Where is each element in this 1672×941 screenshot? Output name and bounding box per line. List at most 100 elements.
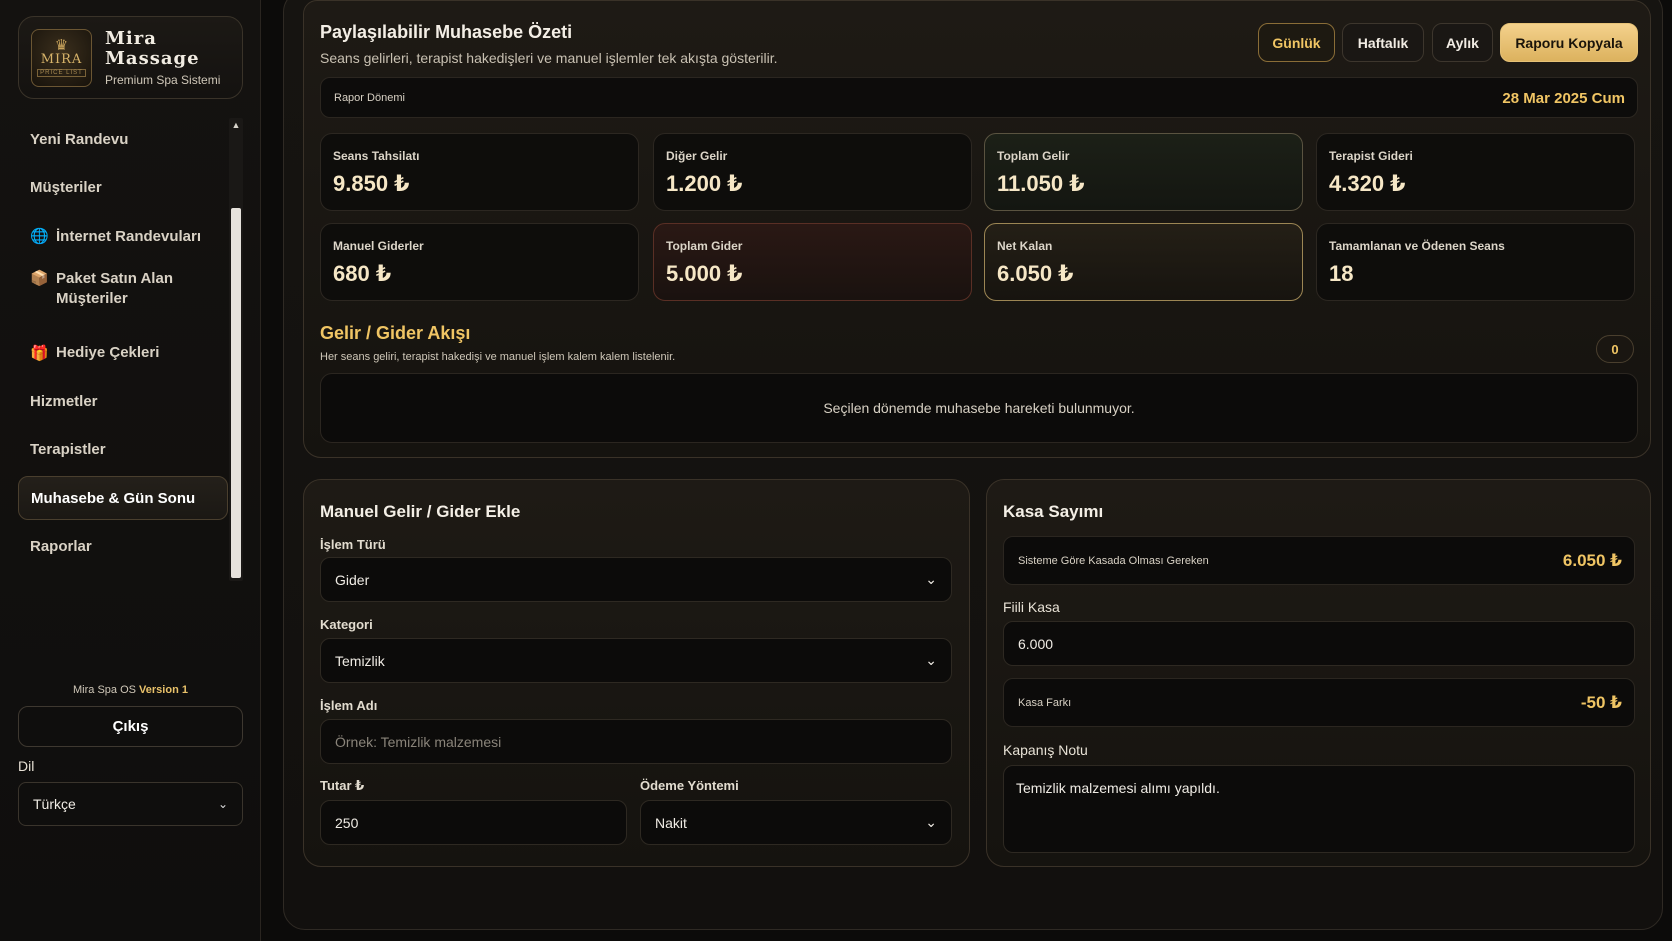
stat-total-income: Toplam Gelir 11.050 ₺ (984, 133, 1303, 211)
chevron-down-icon: ⌄ (925, 652, 937, 668)
sidebar-item-customers[interactable]: Müşteriler (18, 166, 228, 210)
manual-panel-title: Manuel Gelir / Gider Ekle (320, 502, 521, 521)
package-icon: 📦 (30, 269, 49, 287)
sidebar-scrollbar[interactable]: ▲ (229, 118, 243, 581)
closing-note-textarea[interactable]: Temizlik malzemesi alımı yapıldı. (1003, 765, 1635, 853)
language-label: Dil (18, 758, 35, 774)
sidebar-item-label: Hediye Çekleri (56, 344, 160, 361)
brand-name-line1: Mira (105, 28, 157, 49)
sidebar-item-new-appointment[interactable]: Yeni Randevu (18, 117, 228, 161)
stat-value: 1.200 ₺ (666, 171, 743, 196)
empty-state-message: Seçilen dönemde muhasebe hareketi bulunm… (320, 373, 1638, 443)
name-label: İşlem Adı (320, 698, 378, 713)
payment-label: Ödeme Yöntemi (640, 778, 739, 793)
sidebar-item-label: Hizmetler (30, 392, 98, 410)
category-value: Temizlik (335, 652, 385, 669)
copy-report-button[interactable]: Raporu Kopyala (1500, 23, 1638, 62)
scrollbar-thumb[interactable] (231, 208, 241, 578)
stat-net-remaining: Net Kalan 6.050 ₺ (984, 223, 1303, 301)
flow-title: Gelir / Gider Akışı (320, 323, 471, 343)
payment-select[interactable]: Nakit ⌄ (640, 800, 952, 845)
amount-value: 250 (335, 814, 359, 831)
page-title: Paylaşılabilir Muhasebe Özeti (320, 22, 573, 42)
amount-input[interactable]: 250 (320, 800, 627, 845)
actual-cash-input[interactable]: 6.000 (1003, 621, 1635, 666)
stat-label: Manuel Giderler (333, 239, 424, 253)
chevron-down-icon: ⌄ (925, 814, 937, 830)
gift-icon: 🎁 (30, 344, 49, 362)
sidebar-item-services[interactable]: Hizmetler (18, 379, 228, 423)
expected-cash-label: Sisteme Göre Kasada Olması Gereken (1018, 555, 1209, 567)
type-label: İşlem Türü (320, 537, 386, 552)
sidebar-item-label: Müşteriler (30, 179, 102, 196)
sidebar-item-label: Yeni Randevu (30, 130, 129, 148)
brand-name-line2: Massage (105, 48, 200, 69)
category-select[interactable]: Temizlik ⌄ (320, 638, 952, 683)
stat-total-expense: Toplam Gider 5.000 ₺ (653, 223, 972, 301)
globe-icon: 🌐 (30, 228, 49, 245)
stat-value: 5.000 ₺ (666, 261, 743, 286)
name-placeholder: Örnek: Temizlik malzemesi (335, 733, 502, 750)
sidebar-item-reports[interactable]: Raporlar (18, 525, 228, 569)
logout-button[interactable]: Çıkış (18, 706, 243, 747)
stat-label: Seans Tahsilatı (333, 149, 420, 163)
brand-card: ♛ MIRA PRICE LIST Mira Massage Premium S… (18, 16, 243, 99)
report-period-value: 28 Mar 2025 Cum (1502, 90, 1625, 107)
name-input[interactable]: Örnek: Temizlik malzemesi (320, 719, 952, 764)
sidebar-item-accounting[interactable]: Muhasebe & Gün Sonu (18, 476, 228, 520)
chevron-down-icon: ⌄ (925, 571, 937, 587)
flow-subtitle: Her seans geliri, terapist hakedişi ve m… (320, 351, 676, 363)
category-label: Kategori (320, 617, 373, 632)
daily-button[interactable]: Günlük (1258, 23, 1335, 62)
flow-count-badge: 0 (1596, 335, 1634, 363)
sidebar-item-online-appointments[interactable]: 🌐 İnternet Randevuları (18, 214, 228, 258)
sidebar-item-label: Muhasebe & Gün Sonu (31, 489, 196, 507)
stat-label: Diğer Gelir (666, 149, 728, 163)
stat-value: 4.320 ₺ (1329, 171, 1406, 196)
chevron-down-icon: ⌄ (217, 797, 228, 811)
cash-diff-value: -50 ₺ (1580, 693, 1622, 712)
sidebar-item-label: Raporlar (30, 538, 92, 555)
cash-diff-row: Kasa Farkı -50 ₺ (1003, 678, 1635, 727)
type-value: Gider (335, 571, 370, 588)
stat-therapist-expense: Terapist Gideri 4.320 ₺ (1316, 133, 1635, 211)
stat-other-income: Diğer Gelir 1.200 ₺ (653, 133, 972, 211)
accounting-summary-panel: Paylaşılabilir Muhasebe Özeti Seans geli… (303, 0, 1651, 458)
weekly-button[interactable]: Haftalık (1342, 23, 1424, 62)
sidebar-nav: Yeni Randevu Müşteriler 🌐 İnternet Rande… (18, 117, 228, 573)
logo-subtext: PRICE LIST (37, 69, 86, 77)
manual-entry-panel: Manuel Gelir / Gider Ekle İşlem Türü Gid… (303, 479, 970, 867)
monthly-button[interactable]: Aylık (1432, 23, 1493, 62)
expected-cash-value: 6.050 ₺ (1562, 551, 1622, 570)
sidebar: ♛ MIRA PRICE LIST Mira Massage Premium S… (0, 0, 261, 941)
cash-panel-title: Kasa Sayımı (1003, 502, 1104, 521)
report-period-label: Rapor Dönemi (334, 92, 405, 104)
sidebar-item-gift-cards[interactable]: 🎁 Hediye Çekleri (18, 331, 228, 375)
language-value: Türkçe (33, 796, 76, 812)
stat-label: Toplam Gelir (997, 149, 1070, 163)
stat-label: Terapist Gideri (1329, 149, 1413, 163)
brand-subtitle: Premium Spa Sistemi (105, 73, 221, 87)
stat-label: Tamamlanan ve Ödenen Seans (1329, 239, 1505, 253)
stat-label: Toplam Gider (666, 239, 743, 253)
type-select[interactable]: Gider ⌄ (320, 557, 952, 602)
sidebar-item-label: Paket Satın Alan Müşteriler (56, 269, 173, 307)
cash-count-panel: Kasa Sayımı Sisteme Göre Kasada Olması G… (986, 479, 1651, 867)
amount-label: Tutar ₺ (320, 778, 365, 793)
stat-completed-sessions: Tamamlanan ve Ödenen Seans 18 (1316, 223, 1635, 301)
payment-value: Nakit (655, 814, 687, 831)
sidebar-item-therapists[interactable]: Terapistler (18, 428, 228, 472)
sidebar-item-package-customers[interactable]: 📦 Paket Satın Alan Müşteriler (18, 263, 228, 319)
report-period: Rapor Dönemi 28 Mar 2025 Cum (320, 77, 1638, 118)
actual-cash-value: 6.000 (1018, 635, 1054, 652)
sidebar-item-label: İnternet Randevuları (56, 227, 202, 245)
language-select[interactable]: Türkçe ⌄ (18, 782, 243, 826)
stat-manual-expenses: Manuel Giderler 680 ₺ (320, 223, 639, 301)
scroll-up-icon[interactable]: ▲ (231, 119, 241, 131)
stat-value: 11.050 ₺ (997, 171, 1085, 196)
version-prefix: Mira Spa OS (73, 684, 136, 696)
crown-icon: ♛ (54, 37, 69, 54)
brand-name: Mira Massage (105, 29, 200, 69)
cash-diff-label: Kasa Farkı (1018, 697, 1072, 709)
stat-value: 9.850 ₺ (333, 171, 410, 196)
